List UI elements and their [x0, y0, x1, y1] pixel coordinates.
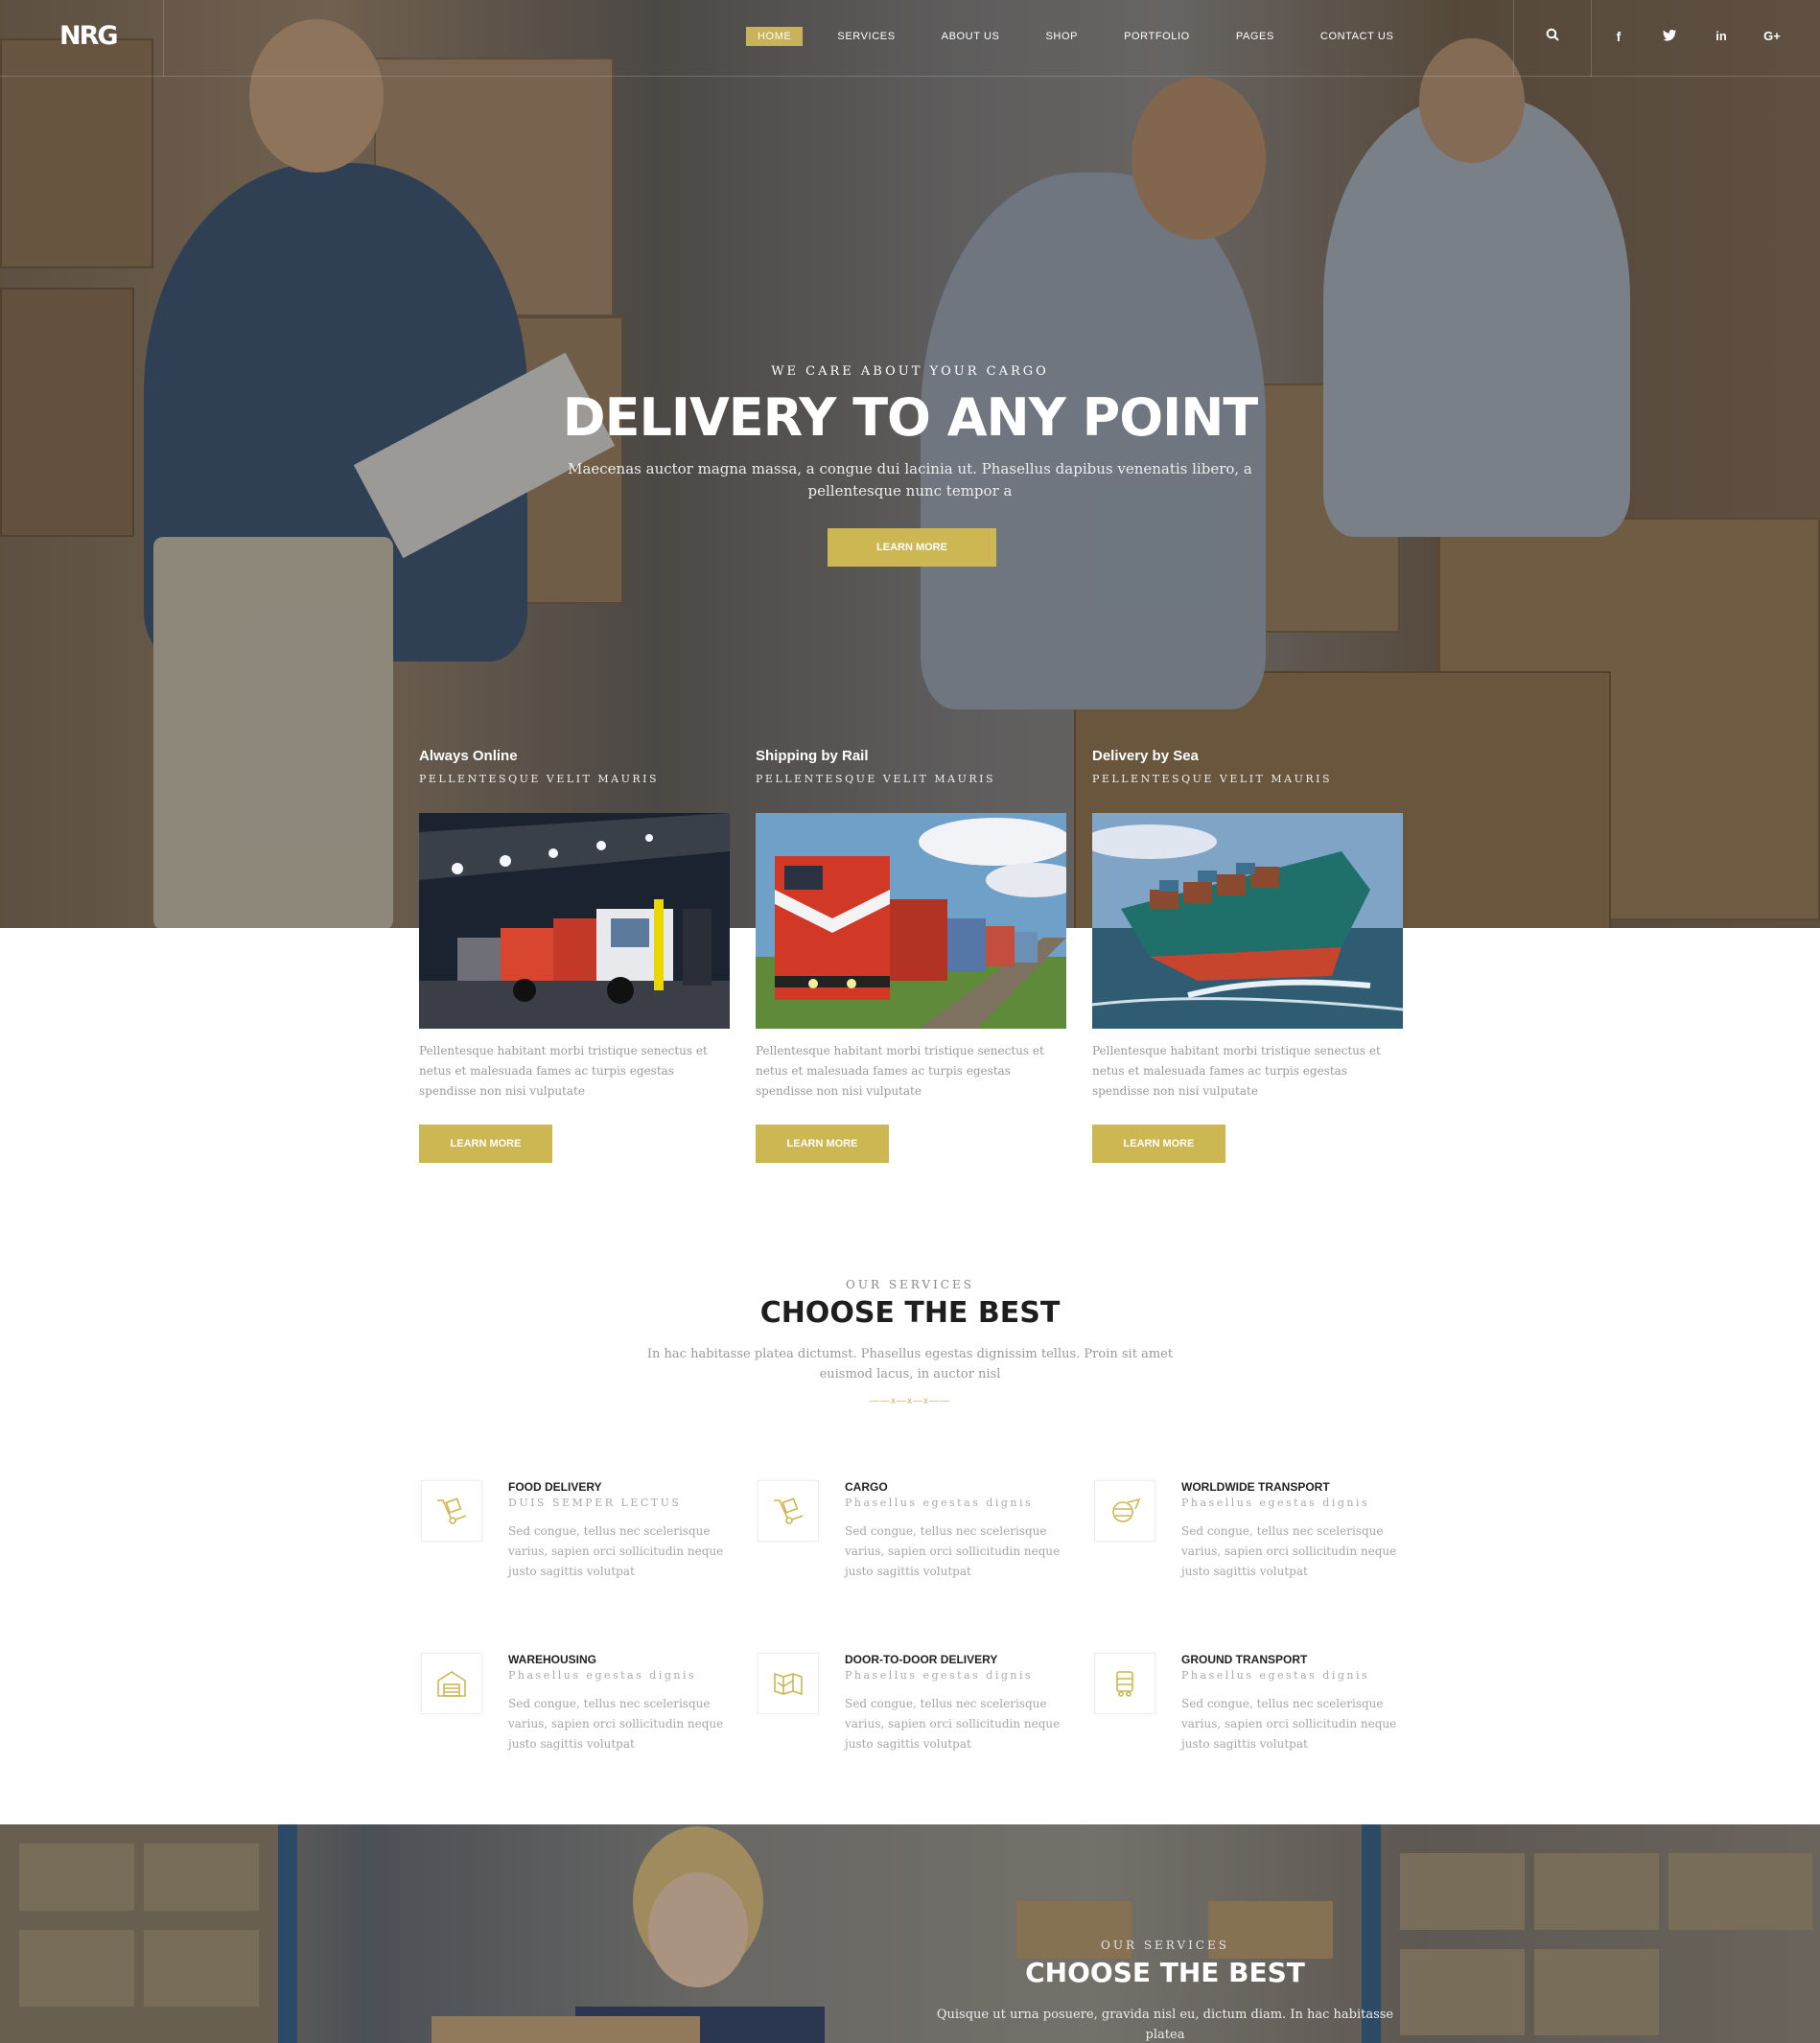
service-text: Sed congue, tellus nec scelerisque variu…: [508, 1524, 724, 1578]
section-divider: ——x—x—x——: [870, 1396, 950, 1406]
card-learn-more-button[interactable]: LEARN MORE: [419, 1125, 552, 1163]
map-icon: [758, 1653, 819, 1714]
service-warehousing: WAREHOUSING Phasellus egestas dignis Sed…: [421, 1653, 747, 1787]
card-subtitle: PELLENTESQUE VELIT MAURIS: [419, 773, 660, 785]
nav-item-contact-us[interactable]: CONTACT US: [1309, 27, 1406, 46]
service-worldwide-transport: WORLDWIDE TRANSPORT Phasellus egestas di…: [1094, 1480, 1420, 1614]
hand-truck-icon: [758, 1480, 819, 1542]
feature-card-shipping-by-rail: Shipping by Rail PELLENTESQUE VELIT MAUR…: [756, 748, 1066, 1163]
service-subtitle: Phasellus egestas dignis: [508, 1669, 697, 1682]
card-text: Pellentesque habitant morbi tristique se…: [1092, 1044, 1381, 1098]
hero-subtitle: Maecenas auctor magna massa, a congue du…: [0, 458, 1820, 502]
services-description: In hac habitasse platea dictumst. Phasel…: [0, 1344, 1820, 1384]
service-text: Sed congue, tellus nec scelerisque variu…: [508, 1697, 724, 1751]
service-subtitle: Phasellus egestas dignis: [1181, 1669, 1370, 1682]
card-title: Shipping by Rail: [756, 748, 869, 764]
service-subtitle: DUIS SEMPER LECTUS: [508, 1497, 682, 1509]
truck-station-image[interactable]: [419, 813, 730, 1029]
hero-subtitle-line: pellentesque nunc tempor a: [807, 482, 1013, 499]
ship-image[interactable]: [1092, 813, 1403, 1029]
service-title: WORLDWIDE TRANSPORT: [1181, 1480, 1330, 1494]
card-text: Pellentesque habitant morbi tristique se…: [419, 1044, 708, 1098]
service-ground-transport: GROUND TRANSPORT Phasellus egestas digni…: [1094, 1653, 1420, 1787]
nav-item-services[interactable]: SERVICES: [826, 27, 906, 46]
banner-title: CHOOSE THE BEST: [1025, 1957, 1305, 1988]
hand-truck-icon: [421, 1480, 482, 1542]
search-icon[interactable]: [1541, 25, 1564, 48]
service-title: DOOR-TO-DOOR DELIVERY: [845, 1653, 998, 1666]
service-text: Sed congue, tellus nec scelerisque variu…: [845, 1697, 1061, 1751]
nav-item-home[interactable]: HOME: [746, 27, 804, 46]
service-text: Sed congue, tellus nec scelerisque variu…: [845, 1524, 1061, 1578]
service-title: FOOD DELIVERY: [508, 1480, 602, 1494]
banner-description: Quisque ut urna posuere, gravida nisl eu…: [921, 2005, 1410, 2043]
service-text: Sed congue, tellus nec scelerisque variu…: [1181, 1524, 1397, 1578]
services-title: CHOOSE THE BEST: [759, 1296, 1061, 1330]
feature-card-delivery-by-sea: Delivery by Sea PELLENTESQUE VELIT MAURI…: [1092, 748, 1403, 1163]
service-subtitle: Phasellus egestas dignis: [1181, 1497, 1370, 1509]
card-learn-more-button[interactable]: LEARN MORE: [1092, 1125, 1225, 1163]
services-eyebrow: OUR SERVICES: [846, 1278, 974, 1291]
linkedin-icon[interactable]: in: [1710, 25, 1733, 48]
service-subtitle: Phasellus egestas dignis: [845, 1497, 1034, 1509]
hero-title: DELIVERY TO ANY POINT: [562, 387, 1258, 448]
card-subtitle: PELLENTESQUE VELIT MAURIS: [756, 773, 996, 785]
main-menu: HOME SERVICES ABOUT US SHOP PORTFOLIO PA…: [746, 27, 1405, 46]
card-subtitle: PELLENTESQUE VELIT MAURIS: [1092, 773, 1333, 785]
hero-eyebrow: WE CARE ABOUT YOUR CARGO: [771, 364, 1049, 379]
globe-plane-icon: [1094, 1480, 1155, 1542]
warehouse-icon: [421, 1653, 482, 1714]
facebook-icon[interactable]: f: [1607, 25, 1630, 48]
hero-subtitle-line: Maecenas auctor magna massa, a congue du…: [568, 460, 1252, 477]
banner-eyebrow: OUR SERVICES: [1101, 1939, 1229, 1952]
service-title: WAREHOUSING: [508, 1653, 597, 1666]
service-title: GROUND TRANSPORT: [1181, 1653, 1308, 1666]
services-banner: OUR SERVICES CHOOSE THE BEST Quisque ut …: [0, 1824, 1820, 2043]
card-title: Delivery by Sea: [1092, 748, 1199, 764]
truck-icon: [1094, 1653, 1155, 1714]
nav-item-shop[interactable]: SHOP: [1034, 27, 1089, 46]
service-subtitle: Phasellus egestas dignis: [845, 1669, 1034, 1682]
service-door-to-door-delivery: DOOR-TO-DOOR DELIVERY Phasellus egestas …: [758, 1653, 1084, 1787]
nav-item-pages[interactable]: PAGES: [1225, 27, 1286, 46]
service-text: Sed congue, tellus nec scelerisque variu…: [1181, 1697, 1397, 1751]
feature-card-always-online: Always Online PELLENTESQUE VELIT MAURIS …: [419, 748, 730, 1163]
nav-item-portfolio[interactable]: PORTFOLIO: [1112, 27, 1202, 46]
card-title: Always Online: [419, 748, 518, 764]
nav-item-about-us[interactable]: ABOUT US: [930, 27, 1012, 46]
card-text: Pellentesque habitant morbi tristique se…: [756, 1044, 1044, 1098]
services-description-line: In hac habitasse platea dictumst. Phasel…: [646, 1347, 1174, 1361]
logo[interactable]: NRG: [59, 21, 119, 51]
banner-description-line: Quisque ut urna posuere, gravida nisl eu…: [936, 2008, 1394, 2042]
service-title: CARGO: [845, 1480, 888, 1494]
train-image[interactable]: [756, 813, 1066, 1029]
service-cargo: CARGO Phasellus egestas dignis Sed congu…: [758, 1480, 1084, 1614]
services-description-line: euismod lacus, in auctor nisl: [819, 1367, 1001, 1381]
card-learn-more-button[interactable]: LEARN MORE: [756, 1125, 889, 1163]
google-plus-icon[interactable]: G+: [1761, 25, 1784, 48]
twitter-icon[interactable]: [1658, 25, 1681, 48]
hero-learn-more-button[interactable]: LEARN MORE: [828, 528, 996, 567]
top-navigation: NRG HOME SERVICES ABOUT US SHOP PORTFOLI…: [0, 0, 1820, 77]
service-food-delivery: FOOD DELIVERY DUIS SEMPER LECTUS Sed con…: [421, 1480, 747, 1614]
